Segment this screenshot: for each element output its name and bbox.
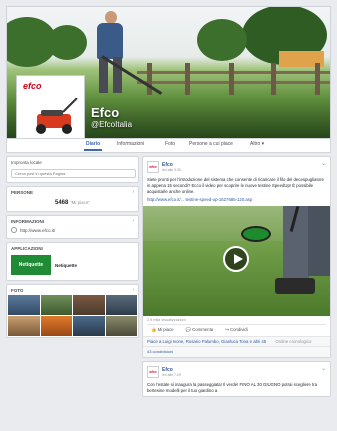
sidebar: Impronta locale Persone › 5468 "Mi piace… [6, 156, 139, 341]
post-text: Con l'estate si inaugura la passeggiata!… [147, 382, 317, 393]
photo-thumb[interactable] [40, 295, 72, 315]
photo-thumb[interactable] [8, 295, 40, 315]
photos-card: Foto › [6, 284, 139, 338]
chevron-right-icon[interactable]: › [132, 287, 134, 293]
share-count[interactable]: 43 condivisioni [143, 346, 330, 357]
tab-persone[interactable]: Persone a cui piace [189, 141, 233, 147]
post-link[interactable]: http://www.efco.it/... testine-speed-up-… [143, 197, 330, 206]
timeline: efco Efco ieri alle 9:30 ⌄ Siete pronti … [142, 156, 331, 400]
netiquette-app-label[interactable]: Netiquette [55, 263, 77, 268]
share-button[interactable]: ↪ Condividi [225, 327, 248, 333]
globe-icon [11, 227, 17, 233]
likes-count[interactable]: 5468 "Mi piace" [7, 197, 138, 211]
play-icon[interactable] [223, 246, 249, 272]
chevron-down-icon[interactable]: ⌄ [321, 365, 326, 372]
chevron-down-icon: ▾ [261, 141, 265, 147]
chevron-right-icon[interactable]: › [132, 189, 134, 195]
photo-grid [7, 295, 138, 337]
comment-order-select[interactable]: Ordine cronologico [275, 339, 311, 344]
tab-foto[interactable]: Foto [165, 141, 175, 147]
post-text: Siete pronti per l'introduzione del sist… [147, 177, 324, 194]
page-handle[interactable]: @EfcoItalia [91, 120, 132, 129]
profile-picture[interactable]: efco [17, 76, 84, 138]
info-card-title: Informazioni [11, 219, 44, 224]
view-count: 2.9 mila visualizzazioni [147, 318, 186, 322]
likes-card-title: Persone [11, 190, 34, 195]
search-card-title: Impronta locale [11, 160, 42, 165]
search-card: Impronta locale [6, 156, 139, 183]
post-video[interactable] [143, 206, 330, 316]
cover-photo[interactable]: efco Efco @EfcoItalia [6, 6, 331, 139]
info-card: Informazioni › http://www.efco.it/ [6, 215, 139, 239]
like-button[interactable]: 👍 Mi piace [151, 327, 174, 333]
tab-informazioni[interactable]: Informazioni [117, 141, 144, 147]
photo-thumb[interactable] [40, 316, 72, 336]
post-timestamp[interactable]: ieri alle 7:29 [162, 373, 181, 377]
post-avatar[interactable]: efco [147, 366, 159, 378]
comment-icon: 💬 [185, 327, 191, 332]
tab-altro[interactable]: Altro ▾ [250, 141, 264, 147]
page-search-input[interactable] [11, 169, 136, 178]
share-icon: ↪ [225, 327, 229, 332]
tab-diario[interactable]: Diario [83, 141, 103, 151]
photo-thumb[interactable] [105, 295, 137, 315]
chevron-down-icon[interactable]: ⌄ [321, 160, 326, 167]
photo-thumb[interactable] [73, 316, 105, 336]
post-actions: 👍 Mi piace 💬 Commenta ↪ Condividi [147, 324, 326, 336]
website-link[interactable]: http://www.efco.it/ [7, 226, 138, 238]
photo-thumb[interactable] [73, 295, 105, 315]
comment-button[interactable]: 💬 Commenta [186, 327, 214, 333]
page-name[interactable]: Efco [91, 105, 119, 120]
photo-thumb[interactable] [8, 316, 40, 336]
photos-card-title: Foto [11, 288, 24, 293]
page-tabs: Diario Informazioni Foto Persone a cui p… [6, 139, 331, 153]
thumbs-up-icon: 👍 [151, 327, 157, 332]
post-avatar[interactable]: efco [147, 161, 159, 173]
lawnmower-image [36, 98, 78, 134]
post: efco Efco ieri alle 7:29 ⌄ Con l'estate … [142, 361, 331, 397]
likers-summary[interactable]: Piace a Luigi Ivone, Rosario Palumbo, Gi… [143, 336, 330, 346]
apps-card: Applicazioni Netiquette Netiquette [6, 242, 139, 281]
post: efco Efco ieri alle 9:30 ⌄ Siete pronti … [142, 156, 331, 358]
likes-card: Persone › 5468 "Mi piace" [6, 186, 139, 212]
netiquette-app-tile[interactable]: Netiquette [11, 255, 51, 275]
chevron-right-icon[interactable]: › [132, 218, 134, 224]
efco-logo: efco [23, 81, 42, 91]
facebook-page: efco Efco @EfcoItalia Diario Informazion… [0, 0, 337, 431]
photo-thumb[interactable] [105, 316, 137, 336]
apps-card-title: Applicazioni [11, 246, 43, 251]
post-timestamp[interactable]: ieri alle 9:30 [162, 168, 181, 172]
